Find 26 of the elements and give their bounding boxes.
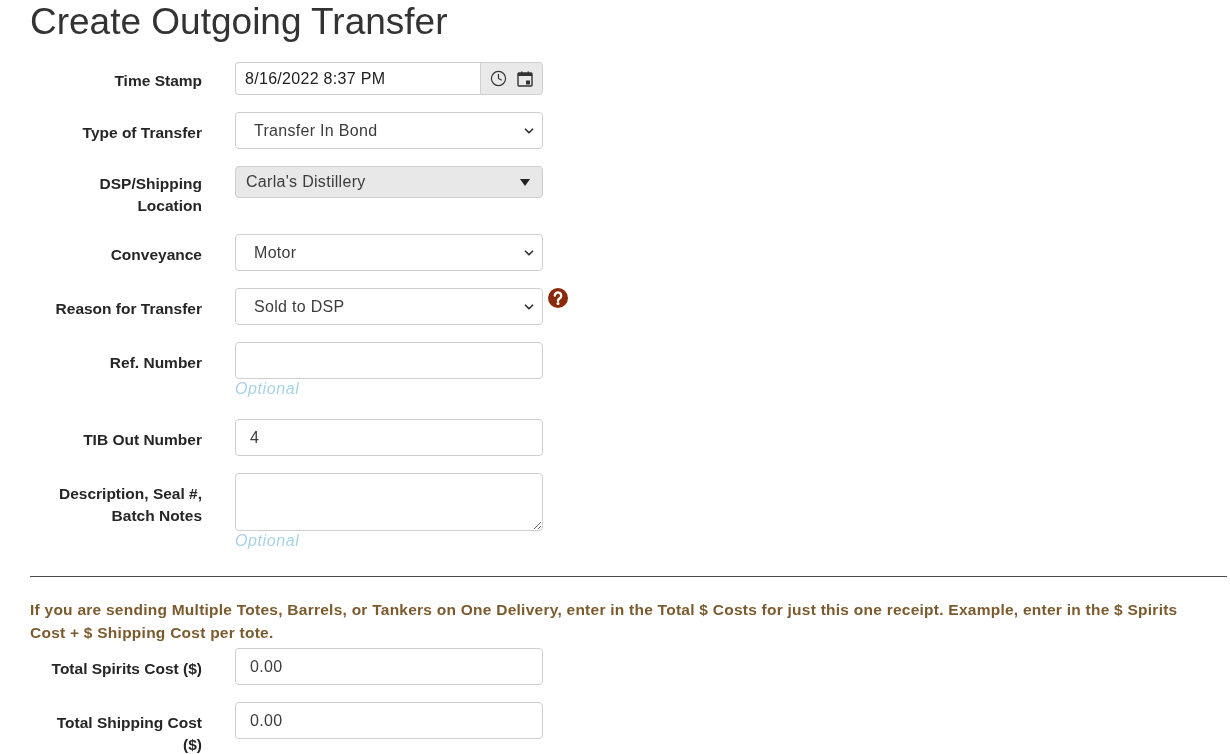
help-icon[interactable] (548, 288, 568, 308)
page-title: Create Outgoing Transfer (30, 0, 448, 43)
caret-down-icon (520, 178, 530, 186)
text-input[interactable]: 0.00 (235, 648, 543, 685)
field-label: Description, Seal #, Batch Notes (58, 483, 202, 526)
field-label: Ref. Number (109, 352, 202, 373)
calendar-icon[interactable] (517, 70, 533, 87)
hint-text: Optional (235, 380, 300, 398)
text-input[interactable]: 4 (235, 419, 543, 456)
clock-icon[interactable] (490, 70, 507, 87)
hint-text: Optional (235, 532, 300, 550)
dropdown-select[interactable]: Transfer In Bond (235, 112, 543, 149)
dropdown-select[interactable]: Sold to DSP (235, 288, 543, 325)
field-label: Total Shipping Cost ($) (55, 712, 202, 754)
field-label: Type of Transfer (82, 122, 202, 143)
field-label: TIB Out Number (83, 429, 202, 450)
text-input[interactable] (235, 342, 543, 379)
field-label: Reason for Transfer (55, 298, 202, 319)
text-input[interactable]: 0.00 (235, 702, 543, 739)
cost-instructions-text: If you are sending Multiple Totes, Barrels, or Tankers on One Delivery, enter in the Total $ Costs for just this one receipt. Example, enter in the $ Spirits Cost + $ Shipping Cost per tote. (30, 600, 1179, 643)
field-label: Total Spirits Cost ($) (51, 658, 202, 679)
field-label: Conveyance (110, 244, 202, 265)
date-time-field[interactable]: 8/16/2022 8:37 PM (235, 62, 480, 95)
field-label: DSP/Shipping Location (98, 174, 202, 216)
field-label: Time Stamp (114, 70, 202, 91)
dropdown-select[interactable]: Motor (235, 234, 543, 271)
